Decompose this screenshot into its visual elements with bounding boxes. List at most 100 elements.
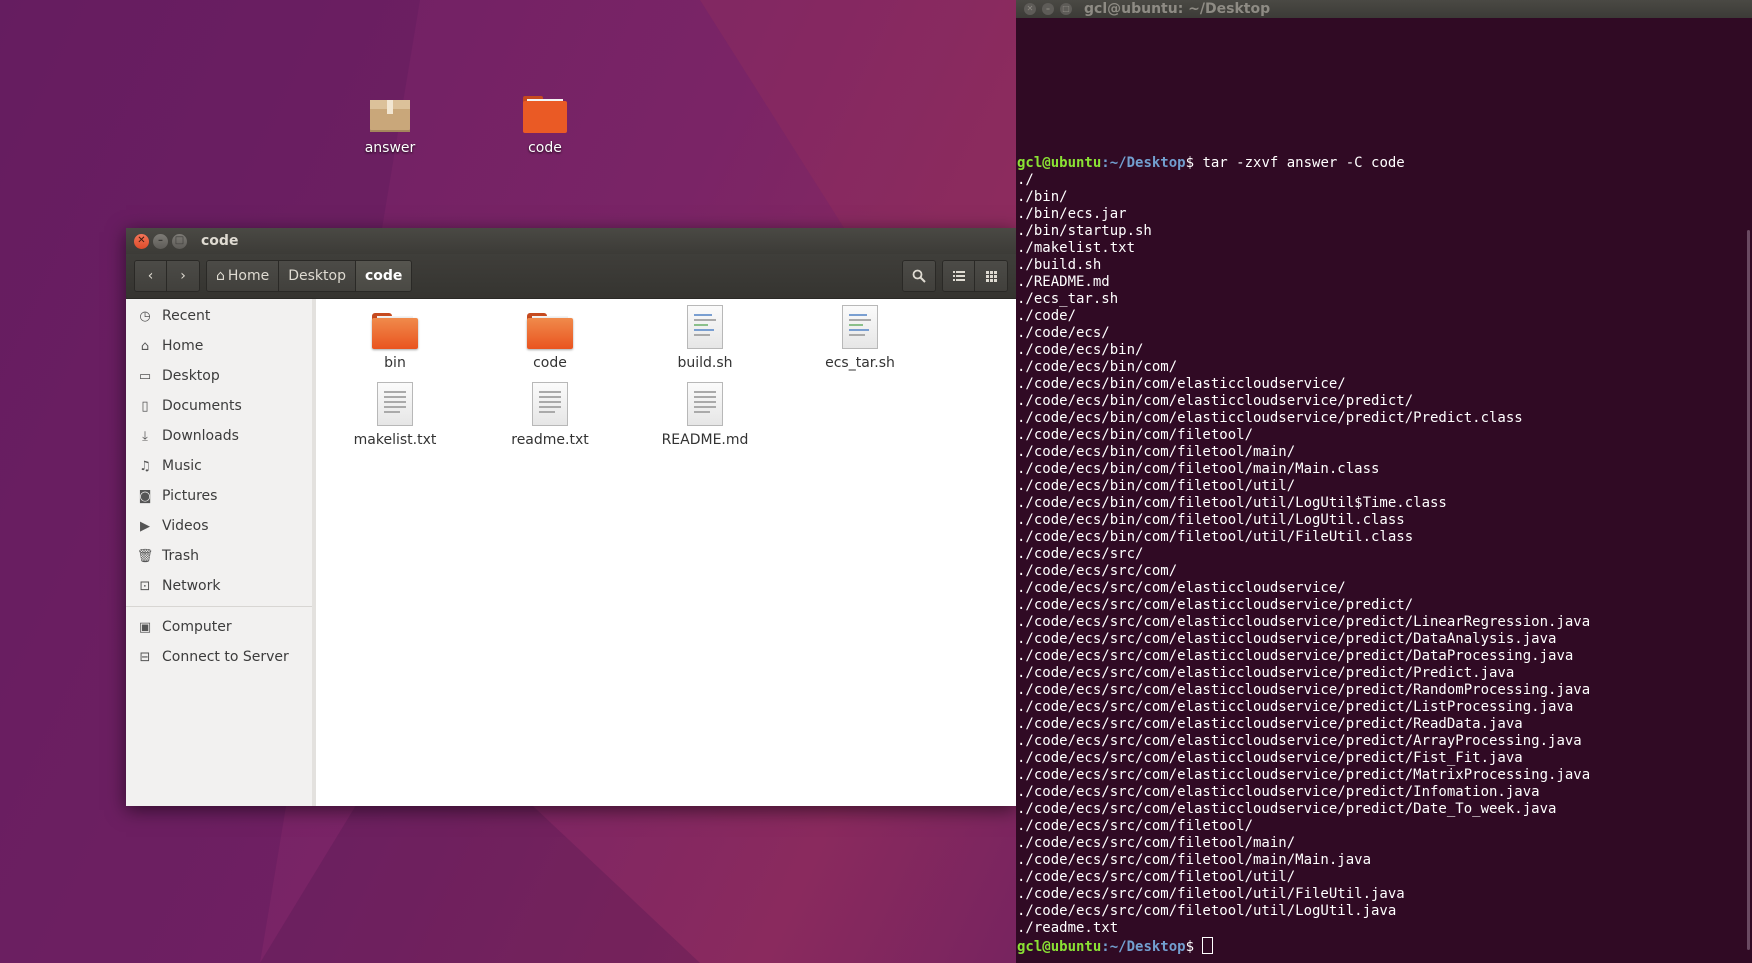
toolbar: ‹ › ⌂ Home Desktop code [126, 254, 1016, 299]
output-line: ./code/ecs/src/com/filetool/main/Main.ja… [1017, 852, 1372, 868]
minimize-button[interactable]: – [153, 233, 168, 249]
sidebar-item-documents[interactable]: ▯ Documents [126, 391, 312, 421]
text-file-icon [687, 382, 723, 426]
output-line: ./code/ecs/src/com/filetool/ [1017, 818, 1254, 834]
path-bar: ⌂ Home Desktop code [206, 260, 413, 292]
list-view-button[interactable] [943, 261, 975, 291]
sidebar-item-trash[interactable]: 🗑 Trash [126, 541, 312, 571]
sidebar-item-downloads[interactable]: ⤓ Downloads [126, 421, 312, 451]
trash-icon: 🗑 [136, 548, 154, 564]
file-item-readme-txt[interactable]: readme.txt [485, 382, 615, 448]
output-line: ./code/ecs/bin/com/elasticcloudservice/p… [1017, 393, 1414, 409]
output-line: ./code/ecs/src/com/elasticcloudservice/p… [1017, 648, 1574, 664]
terminal-title: gcl@ubuntu: ~/Desktop [1084, 1, 1271, 17]
file-item-readme-md[interactable]: README.md [640, 382, 770, 448]
sidebar-item-videos[interactable]: ▶ Videos [126, 511, 312, 541]
output-line: ./code/ecs/src/com/elasticcloudservice/p… [1017, 597, 1414, 613]
desktop-icon-label: code [528, 140, 562, 156]
output-line: ./code/ecs/src/com/filetool/util/ [1017, 869, 1296, 885]
sidebar-item-home[interactable]: ⌂ Home [126, 331, 312, 361]
output-line: ./code/ecs/bin/com/elasticcloudservice/p… [1017, 410, 1523, 426]
close-button[interactable]: ✕ [1024, 3, 1036, 15]
maximize-button[interactable]: □ [1060, 3, 1072, 15]
camera-icon: ◙ [138, 488, 152, 504]
sidebar-item-network[interactable]: ⊡ Network [126, 571, 312, 601]
view-buttons [942, 260, 1008, 292]
output-line: ./readme.txt [1017, 920, 1119, 936]
script-file-icon [687, 305, 723, 349]
output-line: ./code/ecs/src/com/elasticcloudservice/p… [1017, 733, 1582, 749]
output-line: ./code/ecs/src/com/elasticcloudservice/p… [1017, 614, 1591, 630]
output-line: ./bin/ [1017, 189, 1068, 205]
document-icon: ▯ [141, 398, 149, 414]
music-icon: ♫ [139, 458, 151, 474]
output-line: ./code/ecs/src/ [1017, 546, 1144, 562]
output-line: ./code/ecs/src/com/elasticcloudservice/p… [1017, 801, 1557, 817]
history-buttons: ‹ › [134, 260, 200, 292]
network-icon: ⊡ [139, 578, 151, 594]
back-button[interactable]: ‹ [135, 261, 167, 291]
file-item-build-sh[interactable]: build.sh [640, 305, 770, 371]
output-line: ./bin/startup.sh [1017, 223, 1152, 239]
close-button[interactable]: ✕ [134, 233, 149, 249]
file-item-code[interactable]: code [485, 313, 615, 371]
terminal-output: gcl@ubuntu:~/Desktop$ tar -zxvf answer -… [1017, 155, 1752, 956]
output-line: ./code/ecs/src/com/elasticcloudservice/p… [1017, 682, 1591, 698]
path-desktop-button[interactable]: Desktop [279, 261, 356, 291]
file-view: bin code build.sh ecs_tar.sh makelist.tx… [316, 299, 1016, 806]
search-button[interactable] [903, 261, 935, 291]
forward-button[interactable]: › [167, 261, 199, 291]
desktop-icon-code[interactable]: code [500, 94, 590, 156]
download-icon: ⤓ [142, 428, 148, 444]
home-icon: ⌂ [140, 338, 150, 354]
grid-icon [985, 270, 997, 282]
sidebar-item-connect-to-server[interactable]: ⊟ Connect to Server [126, 642, 312, 672]
text-file-icon [377, 382, 413, 426]
sidebar: ◷ Recent ⌂ Home ▭ Desktop ▯ Documents ⤓ Downl… [126, 299, 316, 806]
command-line: gcl@ubuntu:~/Desktop$ tar -zxvf answer -… [1017, 155, 1405, 171]
search-icon [912, 269, 926, 283]
output-line: ./code/ecs/bin/com/filetool/util/LogUtil… [1017, 512, 1405, 528]
sidebar-item-computer[interactable]: ▣ Computer [126, 612, 312, 642]
window-title: code [201, 233, 239, 249]
video-icon: ▶ [140, 518, 150, 534]
sidebar-item-pictures[interactable]: ◙ Pictures [126, 481, 312, 511]
output-line: ./code/ecs/src/com/elasticcloudservice/p… [1017, 784, 1540, 800]
desktop-icon-answer[interactable]: answer [345, 94, 435, 156]
file-item-bin[interactable]: bin [330, 313, 460, 371]
terminal-window[interactable]: ✕ – □ gcl@ubuntu: ~/Desktop gcl@ubuntu:~… [1016, 0, 1752, 963]
path-code-button[interactable]: code [355, 261, 412, 291]
script-file-icon [842, 305, 878, 349]
path-home-button[interactable]: ⌂ Home [207, 261, 280, 291]
output-line: ./README.md [1017, 274, 1110, 290]
output-line: ./code/ecs/ [1017, 325, 1110, 341]
folder-icon [372, 313, 418, 349]
output-line: ./code/ecs/bin/com/filetool/util/FileUti… [1017, 529, 1414, 545]
text-cursor [1202, 937, 1214, 954]
terminal-titlebar[interactable]: ✕ – □ gcl@ubuntu: ~/Desktop [1016, 0, 1752, 18]
output-line: ./code/ecs/src/com/elasticcloudservice/p… [1017, 716, 1523, 732]
output-line: ./code/ecs/src/com/elasticcloudservice/p… [1017, 767, 1591, 783]
maximize-button[interactable]: □ [172, 233, 187, 249]
file-item-ecs-tar-sh[interactable]: ecs_tar.sh [795, 305, 925, 371]
output-line: ./bin/ecs.jar [1017, 206, 1127, 222]
window-titlebar[interactable]: ✕ – □ code [126, 228, 1016, 254]
grid-view-button[interactable] [975, 261, 1007, 291]
output-line: ./ [1017, 172, 1034, 188]
desktop-icon-label: answer [364, 140, 416, 156]
output-line: ./code/ecs/bin/com/filetool/ [1017, 427, 1254, 443]
terminal-scrollbar[interactable] [1747, 230, 1750, 950]
sidebar-item-desktop[interactable]: ▭ Desktop [126, 361, 312, 391]
minimize-button[interactable]: – [1042, 3, 1054, 15]
output-line: ./code/ecs/src/com/elasticcloudservice/p… [1017, 699, 1574, 715]
output-line: ./code/ecs/src/com/elasticcloudservice/p… [1017, 631, 1557, 647]
final-prompt-line[interactable]: gcl@ubuntu:~/Desktop$ [1017, 937, 1752, 956]
file-item-makelist-txt[interactable]: makelist.txt [330, 382, 460, 448]
search-group [902, 260, 936, 292]
sidebar-item-music[interactable]: ♫ Music [126, 451, 312, 481]
output-line: ./code/ecs/bin/ [1017, 342, 1144, 358]
sidebar-item-recent[interactable]: ◷ Recent [126, 301, 312, 331]
folder-icon [527, 313, 573, 349]
output-line: ./code/ecs/src/com/ [1017, 563, 1178, 579]
output-line: ./makelist.txt [1017, 240, 1136, 256]
